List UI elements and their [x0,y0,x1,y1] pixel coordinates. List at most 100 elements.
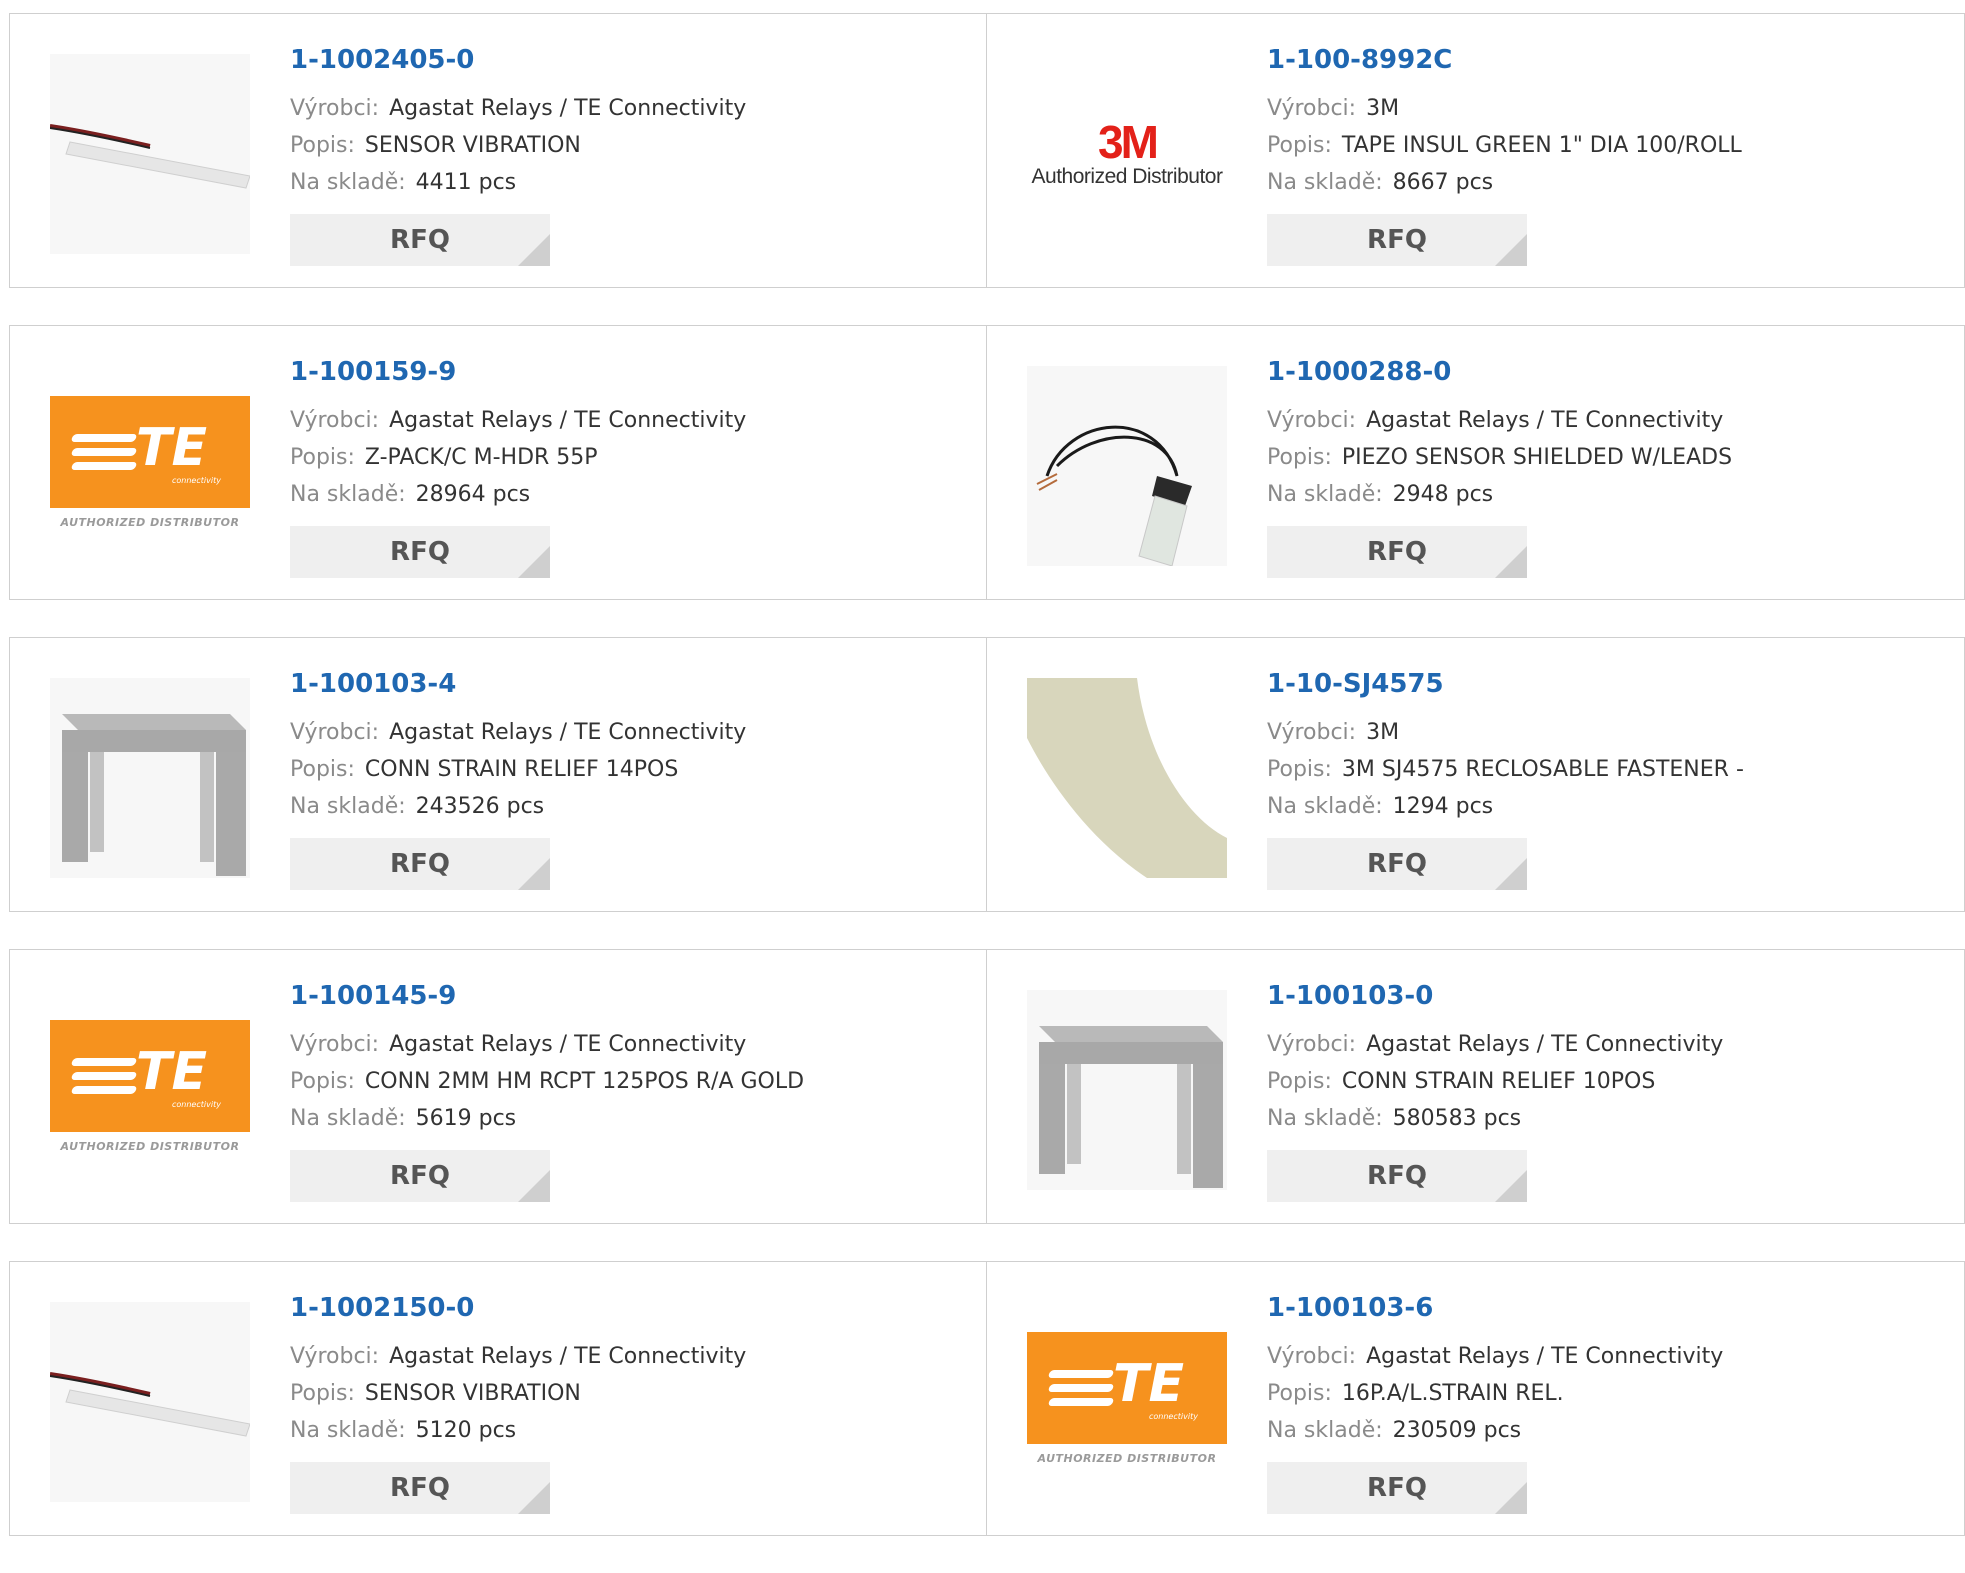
product-image[interactable] [50,678,250,878]
stock-line: Na skladě: 8667 pcs [1267,164,1944,201]
part-number-link[interactable]: 1-100159-9 [290,356,966,388]
stock-value: 5120 pcs [415,1418,517,1443]
rfq-label: RFQ [390,1473,450,1503]
product-grid: 1-1002405-0 Výrobci: Agastat Relays / TE C… [9,13,1965,1573]
rfq-button[interactable]: RFQ [1267,1150,1527,1202]
vibration-sensor-image [50,54,250,254]
rfq-corner-decoration [1495,234,1527,266]
product-image[interactable] [1027,678,1227,878]
te-logo-text: TE [136,418,207,478]
part-number-link[interactable]: 1-100-8992C [1267,44,1944,76]
stock-line: Na skladě: 5120 pcs [290,1412,966,1449]
te-logo-subtext: connectivity [172,1100,221,1109]
manufacturer-value: Agastat Relays / TE Connectivity [1366,408,1724,433]
te-logo-subtext: connectivity [1149,1412,1198,1421]
manufacturer-value: Agastat Relays / TE Connectivity [389,1032,747,1057]
part-number-link[interactable]: 1-100145-9 [290,980,966,1012]
product-image[interactable] [1027,366,1227,566]
rfq-label: RFQ [1367,225,1427,255]
stock-line: Na skladě: 28964 pcs [290,476,966,513]
manufacturer-line: Výrobci: Agastat Relays / TE Connectivity [1267,402,1944,439]
stock-label: Na skladě: [1267,482,1383,507]
te-logo-subtext: connectivity [172,476,221,485]
stock-label: Na skladě: [290,482,406,507]
manufacturer-value: 3M [1366,96,1400,121]
te-logo-bars [1047,1370,1115,1412]
manufacturer-label: Výrobci: [290,96,380,121]
description-value: SENSOR VIBRATION [364,133,581,158]
rfq-label: RFQ [1367,1473,1427,1503]
rfq-corner-decoration [518,546,550,578]
rfq-button[interactable]: RFQ [290,1150,550,1202]
fastener-tape-image [1027,678,1227,878]
part-number-link[interactable]: 1-1002405-0 [290,44,966,76]
description-label: Popis: [1267,1381,1332,1406]
stock-line: Na skladě: 4411 pcs [290,164,966,201]
stock-label: Na skladě: [1267,1106,1383,1131]
product-image[interactable]: TE connectivity AUTHORIZED DISTRIBUTOR [50,990,250,1190]
description-line: Popis: Z-PACK/C M-HDR 55P [290,439,966,476]
rfq-button[interactable]: RFQ [1267,214,1527,266]
part-number-link[interactable]: 1-100103-0 [1267,980,1944,1012]
manufacturer-label: Výrobci: [1267,1344,1357,1369]
part-number-link[interactable]: 1-1002150-0 [290,1292,966,1324]
product-card: 3M Authorized Distributor 1-100-8992C Výrob… [987,14,1964,287]
product-info: 1-100145-9 Výrobci: Agastat Relays / TE Co… [290,980,966,1137]
strain-relief-image [50,678,250,878]
description-line: Popis: PIEZO SENSOR SHIELDED W/LEADS [1267,439,1944,476]
part-number-link[interactable]: 1-100103-4 [290,668,966,700]
product-image[interactable]: TE connectivity AUTHORIZED DISTRIBUTOR [50,366,250,566]
product-image[interactable] [50,54,250,254]
description-value: Z-PACK/C M-HDR 55P [364,445,598,470]
authorized-distributor-text: AUTHORIZED DISTRIBUTOR [60,1140,240,1153]
description-label: Popis: [290,133,355,158]
stock-value: 5619 pcs [415,1106,517,1131]
part-number-link[interactable]: 1-10-SJ4575 [1267,668,1944,700]
rfq-corner-decoration [1495,858,1527,890]
product-row: TE connectivity AUTHORIZED DISTRIBUTOR 1-10… [9,325,1965,600]
authorized-distributor-text: Authorized Distributor [1031,165,1223,188]
product-info: 1-100103-0 Výrobci: Agastat Relays / TE Co… [1267,980,1944,1137]
manufacturer-value: Agastat Relays / TE Connectivity [1366,1344,1724,1369]
manufacturer-value: 3M [1366,720,1400,745]
rfq-label: RFQ [390,225,450,255]
stock-line: Na skladě: 2948 pcs [1267,476,1944,513]
strain-relief-image [1027,990,1227,1190]
product-card: TE connectivity AUTHORIZED DISTRIBUTOR 1-10… [987,1262,1964,1535]
product-image[interactable]: 3M Authorized Distributor [1027,54,1227,254]
rfq-button[interactable]: RFQ [290,526,550,578]
product-row: TE connectivity AUTHORIZED DISTRIBUTOR 1-10… [9,949,1965,1224]
description-value: CONN STRAIN RELIEF 10POS [1341,1069,1656,1094]
rfq-button[interactable]: RFQ [290,1462,550,1514]
stock-label: Na skladě: [290,1106,406,1131]
authorized-distributor-text: AUTHORIZED DISTRIBUTOR [60,516,240,529]
stock-label: Na skladě: [1267,794,1383,819]
rfq-button[interactable]: RFQ [1267,526,1527,578]
stock-value: 28964 pcs [415,482,531,507]
rfq-corner-decoration [518,858,550,890]
product-row: 1-1002405-0 Výrobci: Agastat Relays / TE C… [9,13,1965,288]
part-number-link[interactable]: 1-100103-6 [1267,1292,1944,1324]
rfq-label: RFQ [1367,1161,1427,1191]
description-line: Popis: TAPE INSUL GREEN 1" DIA 100/ROLL [1267,127,1944,164]
product-info: 1-10-SJ4575 Výrobci: 3M Popis: 3M SJ4575 REC… [1267,668,1944,825]
product-image[interactable] [50,1302,250,1502]
authorized-distributor-text: AUTHORIZED DISTRIBUTOR [1037,1452,1217,1465]
stock-line: Na skladě: 243526 pcs [290,788,966,825]
rfq-button[interactable]: RFQ [290,214,550,266]
part-number-link[interactable]: 1-1000288-0 [1267,356,1944,388]
product-card: 1-1002405-0 Výrobci: Agastat Relays / TE C… [10,14,987,287]
rfq-button[interactable]: RFQ [290,838,550,890]
rfq-corner-decoration [518,1170,550,1202]
rfq-button[interactable]: RFQ [1267,1462,1527,1514]
product-info: 1-1002405-0 Výrobci: Agastat Relays / TE C… [290,44,966,201]
rfq-button[interactable]: RFQ [1267,838,1527,890]
description-value: TAPE INSUL GREEN 1" DIA 100/ROLL [1341,133,1742,158]
description-line: Popis: CONN 2MM HM RCPT 125POS R/A GOLD [290,1063,966,1100]
manufacturer-line: Výrobci: 3M [1267,714,1944,751]
3m-logo: 3M Authorized Distributor [1027,119,1227,189]
product-image[interactable]: TE connectivity AUTHORIZED DISTRIBUTOR [1027,1302,1227,1502]
description-value: 3M SJ4575 RECLOSABLE FASTENER - [1341,757,1744,782]
product-image[interactable] [1027,990,1227,1190]
rfq-corner-decoration [518,1482,550,1514]
